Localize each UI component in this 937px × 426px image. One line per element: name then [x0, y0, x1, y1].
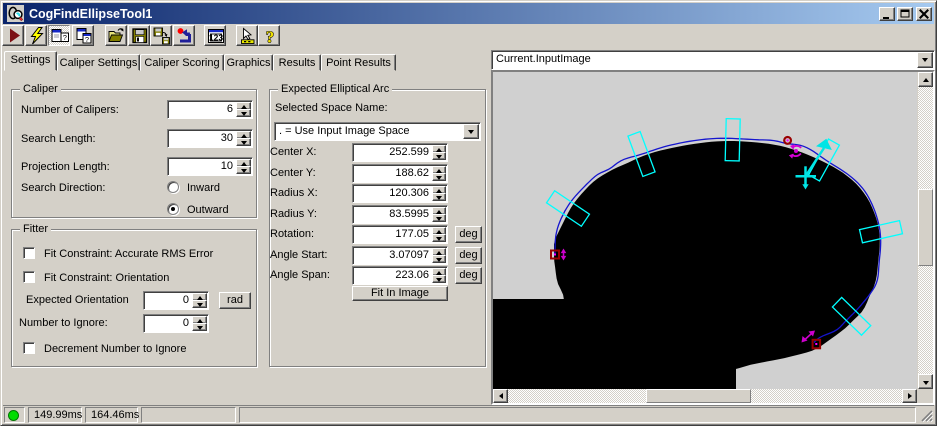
svg-text:123: 123 [209, 32, 223, 42]
svg-text:?: ? [266, 28, 275, 46]
svg-text:?: ? [63, 33, 67, 42]
svg-text:?: ? [85, 35, 89, 44]
